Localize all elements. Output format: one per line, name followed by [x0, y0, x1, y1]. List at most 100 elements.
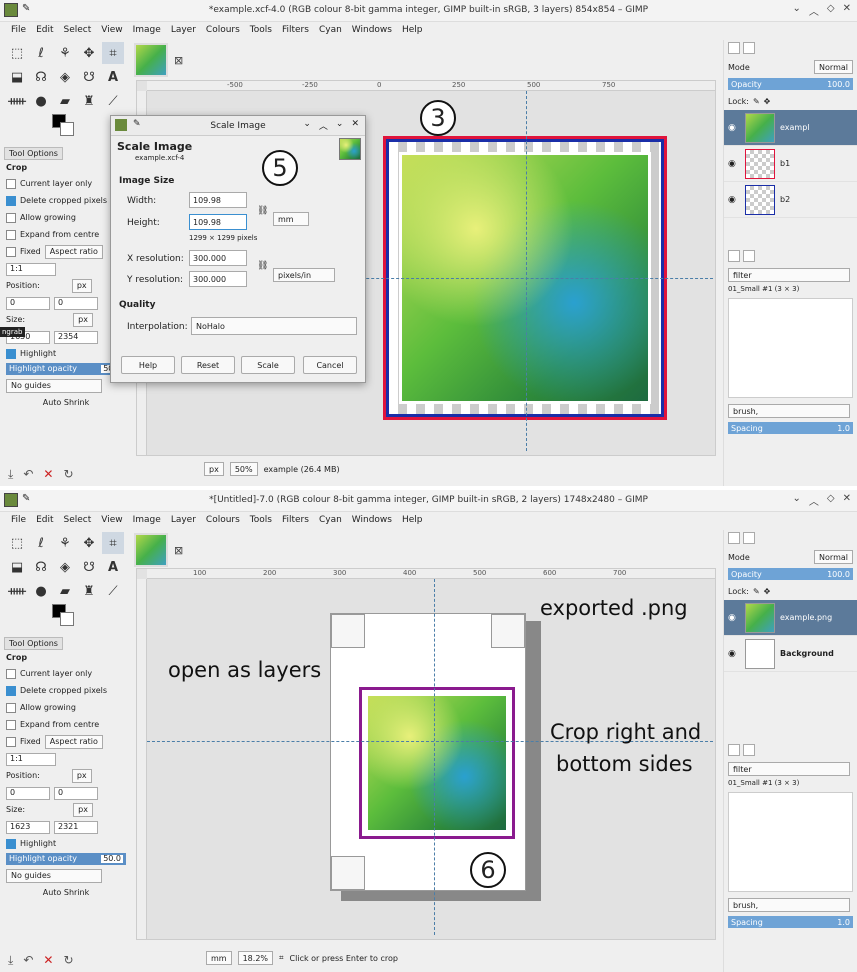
warp-icon[interactable]: ☊	[30, 66, 52, 88]
restore-icon[interactable]: ↶	[23, 953, 33, 968]
guides-select[interactable]: No guides	[6, 379, 102, 393]
lock-paint-icon[interactable]: ✎	[753, 587, 760, 596]
lasso-icon[interactable]: ℓ	[30, 42, 52, 64]
stamp-icon[interactable]: ♜	[78, 90, 100, 112]
eye-icon[interactable]: ◉	[728, 195, 740, 205]
current-layer-checkbox[interactable]	[6, 669, 16, 679]
eye-icon[interactable]: ◉	[728, 123, 740, 133]
paintbrush-icon[interactable]: ᚔ	[6, 580, 28, 602]
pos-y-field[interactable]: 0	[54, 296, 98, 310]
height-field[interactable]: 109.98	[189, 214, 247, 230]
brush-filter[interactable]: filter	[728, 268, 850, 282]
allow-growing-checkbox[interactable]	[6, 703, 16, 713]
menu-windows[interactable]: Windows	[347, 22, 397, 40]
interp-select[interactable]: NoHalo	[191, 317, 357, 335]
delete-icon[interactable]: ✕	[43, 953, 53, 968]
reset-icon[interactable]: ↻	[63, 953, 73, 968]
fixed-checkbox[interactable]	[6, 247, 16, 257]
chain-icon[interactable]: ⛓	[257, 261, 268, 271]
menu-file[interactable]: File	[6, 22, 31, 40]
menu-edit[interactable]: Edit	[31, 512, 58, 530]
lasso-icon[interactable]: ℓ	[30, 532, 52, 554]
menu-select[interactable]: Select	[59, 22, 97, 40]
mode-select[interactable]: Normal	[814, 60, 853, 74]
res-unit-select[interactable]: pixels/in	[273, 268, 335, 282]
close-icon[interactable]: ✕	[843, 3, 851, 18]
menu-colours[interactable]: Colours	[201, 512, 245, 530]
size-unit-select[interactable]: mm	[273, 212, 309, 226]
aspect-select[interactable]: Aspect ratio	[44, 735, 103, 749]
allow-growing-checkbox[interactable]	[6, 213, 16, 223]
cancel-button[interactable]: Cancel	[303, 356, 357, 374]
opacity-slider[interactable]: Opacity 100.0	[728, 568, 853, 580]
zoom-select[interactable]: 50%	[229, 462, 258, 476]
xres-field[interactable]: 300.000	[189, 250, 247, 266]
save-options-icon[interactable]: ⤓	[8, 467, 13, 482]
move-icon[interactable]: ✥	[78, 532, 100, 554]
expand-centre-checkbox[interactable]	[6, 720, 16, 730]
paths-icon[interactable]: ☋	[78, 66, 100, 88]
lock-position-icon[interactable]: ✥	[764, 587, 771, 596]
bucket-icon[interactable]: ◈	[54, 556, 76, 578]
restore-icon[interactable]: ↶	[23, 467, 33, 482]
close-icon[interactable]: ✕	[843, 493, 851, 508]
size-w-field[interactable]: 1623	[6, 820, 50, 834]
bucket-icon[interactable]: ◈	[54, 66, 76, 88]
yres-field[interactable]: 300.000	[189, 271, 247, 287]
help-button[interactable]: Help	[121, 356, 175, 374]
menu-view[interactable]: View	[96, 512, 127, 530]
close-icon[interactable]: ⊠	[174, 54, 183, 67]
layer-row[interactable]: ◉ b1	[724, 146, 857, 182]
menu-tools[interactable]: Tools	[245, 512, 277, 530]
ink-icon[interactable]: ●	[30, 580, 52, 602]
paintbrush-icon[interactable]: ᚔ	[6, 90, 28, 112]
move-icon[interactable]: ✥	[78, 42, 100, 64]
size-h-field[interactable]: 2321	[54, 820, 98, 834]
keep-above-icon[interactable]: ︿	[809, 3, 819, 18]
smudge-icon[interactable]: ⟋	[102, 90, 124, 112]
stamp-icon[interactable]: ♜	[78, 580, 100, 602]
layer-row[interactable]: ◉ example.png	[724, 600, 857, 636]
menu-colours[interactable]: Colours	[201, 22, 245, 40]
channels-tab-icon[interactable]	[743, 532, 755, 544]
keep-above-icon[interactable]: ︿	[809, 493, 819, 508]
menu-image[interactable]: Image	[128, 22, 166, 40]
guides-select[interactable]: No guides	[6, 869, 102, 883]
brush-tag[interactable]: brush,	[728, 898, 850, 912]
unit-select[interactable]: mm	[206, 951, 232, 965]
menu-help[interactable]: Help	[397, 22, 428, 40]
highlight-checkbox[interactable]	[6, 839, 16, 849]
layer-row[interactable]: ◉ Background	[724, 636, 857, 672]
brushes-tab-icon[interactable]	[728, 250, 740, 262]
tab-tool-options[interactable]: Tool Options	[4, 146, 63, 160]
eye-icon[interactable]: ◉	[728, 159, 740, 169]
reset-button[interactable]: Reset	[181, 356, 235, 374]
patterns-tab-icon[interactable]	[743, 250, 755, 262]
brush-filter[interactable]: filter	[728, 762, 850, 776]
menu-windows[interactable]: Windows	[347, 512, 397, 530]
maximize-icon[interactable]: ◇	[827, 493, 835, 508]
opacity-slider[interactable]: Opacity 100.0	[728, 78, 853, 90]
eraser-icon[interactable]: ▰	[54, 90, 76, 112]
delete-cropped-checkbox[interactable]	[6, 686, 16, 696]
current-layer-checkbox[interactable]	[6, 179, 16, 189]
brushes-tab-icon[interactable]	[728, 744, 740, 756]
text-icon[interactable]: A	[102, 556, 124, 578]
position-unit[interactable]: px	[71, 279, 92, 293]
menu-tools[interactable]: Tools	[245, 22, 277, 40]
fuzzy-select-icon[interactable]: ⚘	[54, 42, 76, 64]
highlight-opacity-slider[interactable]: Highlight opacity 50.0	[6, 853, 126, 865]
tab-tool-options[interactable]: Tool Options	[4, 636, 63, 650]
close-icon[interactable]: ✕	[351, 119, 359, 132]
layers-tab-icon[interactable]	[728, 532, 740, 544]
delete-cropped-checkbox[interactable]	[6, 196, 16, 206]
menu-filters[interactable]: Filters	[277, 22, 314, 40]
brush-grid[interactable]	[728, 792, 853, 892]
menu-cyan[interactable]: Cyan	[314, 22, 347, 40]
patterns-tab-icon[interactable]	[743, 744, 755, 756]
text-icon[interactable]: A	[102, 66, 124, 88]
layer-row[interactable]: ◉ b2	[724, 182, 857, 218]
auto-shrink-button[interactable]: Auto Shrink	[43, 889, 89, 897]
crop-icon[interactable]: ⌗	[102, 42, 124, 64]
size-unit[interactable]: px	[73, 313, 93, 327]
